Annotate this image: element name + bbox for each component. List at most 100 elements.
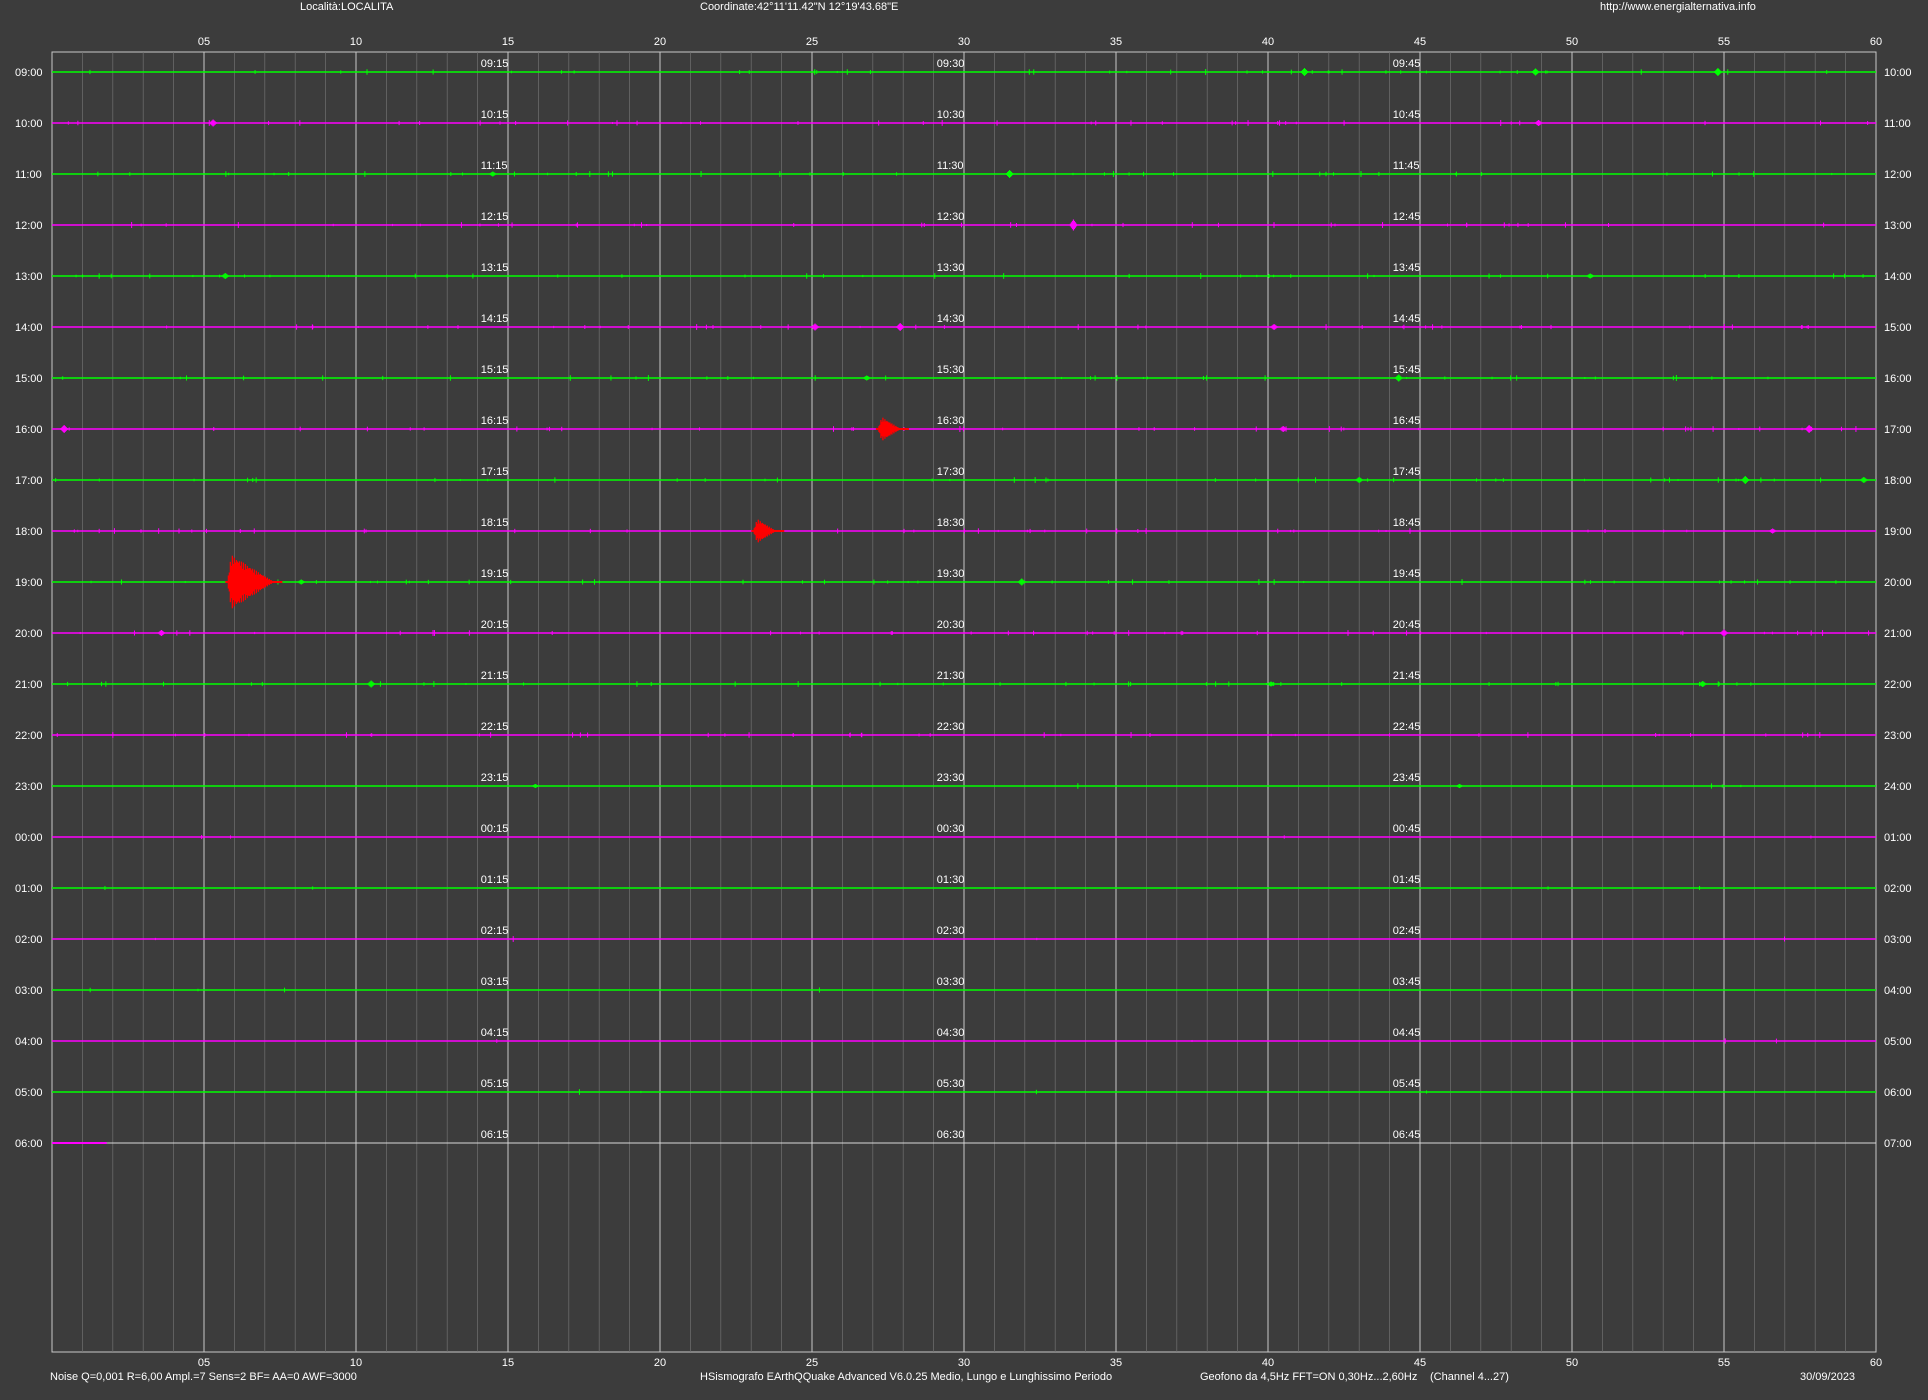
x-tick-label-top: 25 <box>806 36 818 48</box>
x-tick-label-bottom: 10 <box>350 1357 362 1369</box>
quarter-hour-label: 22:45 <box>1393 721 1421 733</box>
trace-start-label: 09:00 <box>15 67 43 79</box>
seismogram-chart: 05 05 10 10 15 15 20 20 25 25 30 30 35 35 40 40 45 45 50 50… <box>15 36 1912 1369</box>
x-tick-label-bottom: 30 <box>958 1357 970 1369</box>
grid <box>82 52 1846 1352</box>
x-tick-label-bottom: 55 <box>1718 1357 1730 1369</box>
quarter-hour-label: 19:45 <box>1393 568 1421 580</box>
trace-end-label: 22:00 <box>1884 679 1912 691</box>
trace-end-label: 04:00 <box>1884 985 1912 997</box>
trace-spike <box>1531 68 1540 76</box>
quarter-hour-label: 23:45 <box>1393 772 1421 784</box>
quarter-hour-label: 20:15 <box>481 619 509 631</box>
x-tick-label-bottom: 45 <box>1414 1357 1426 1369</box>
quarter-hour-label: 14:30 <box>937 313 965 325</box>
trace-end-label: 19:00 <box>1884 526 1912 538</box>
trace-end-label: 18:00 <box>1884 475 1912 487</box>
trace-spike <box>1714 68 1722 76</box>
x-tick-label-bottom: 05 <box>198 1357 210 1369</box>
trace-spike <box>157 630 166 636</box>
trace-spike <box>1699 681 1707 687</box>
trace-end-label: 12:00 <box>1884 169 1912 181</box>
trace-end-label: 16:00 <box>1884 373 1912 385</box>
trace-spike <box>531 784 539 788</box>
quarter-hour-label: 01:15 <box>481 874 509 886</box>
quarter-hour-label: 18:15 <box>481 517 509 529</box>
trace-start-label: 06:00 <box>15 1138 43 1150</box>
x-tick-label-top: 35 <box>1110 36 1122 48</box>
trace-spike <box>1270 324 1278 330</box>
x-tick-label-bottom: 50 <box>1566 1357 1578 1369</box>
quarter-hour-label: 20:30 <box>937 619 965 631</box>
quarter-hour-label: 09:30 <box>937 58 965 70</box>
quarter-hour-label: 01:45 <box>1393 874 1421 886</box>
sensor-label: Geofono da 4,5Hz FFT=ON 0,30Hz...2,60Hz <box>1200 1371 1418 1383</box>
quarter-hour-label: 15:15 <box>481 364 509 376</box>
trace-spike <box>1069 219 1078 231</box>
x-tick-label-bottom: 20 <box>654 1357 666 1369</box>
x-tick-label-bottom: 25 <box>806 1357 818 1369</box>
trace-end-label: 24:00 <box>1884 781 1912 793</box>
x-tick-label-top: 45 <box>1414 36 1426 48</box>
quarter-hour-label: 13:15 <box>481 262 509 274</box>
trace-start-label: 13:00 <box>15 271 43 283</box>
trace-spike <box>863 375 871 381</box>
quarter-hour-label: 21:30 <box>937 670 965 682</box>
trace-spike <box>1720 629 1728 637</box>
quarter-hour-label: 03:15 <box>481 976 509 988</box>
trace-spike <box>221 273 229 279</box>
seismic-event <box>225 555 283 609</box>
x-axis-ticks: 05 05 10 10 15 15 20 20 25 25 30 30 35 35 40 40 45 45 50 50… <box>198 36 1882 1369</box>
quarter-hour-label: 17:45 <box>1393 466 1421 478</box>
trace-spike <box>1279 426 1287 432</box>
quarter-hour-label: 11:30 <box>937 160 964 172</box>
trace-spike <box>811 323 819 331</box>
quarter-hour-label: 02:30 <box>937 925 965 937</box>
quarter-hour-label: 18:30 <box>937 517 965 529</box>
trace-spike <box>1267 681 1275 687</box>
trace-start-label: 20:00 <box>15 628 43 640</box>
quarter-hour-label: 12:15 <box>481 211 509 223</box>
quarter-hour-label: 22:30 <box>937 721 965 733</box>
quarter-hour-label: 00:45 <box>1393 823 1421 835</box>
trace-start-label: 12:00 <box>15 220 43 232</box>
trace-end-label: 01:00 <box>1884 832 1912 844</box>
quarter-hour-label: 22:15 <box>481 721 509 733</box>
trace-spike <box>1805 425 1813 433</box>
x-tick-label-top: 20 <box>654 36 666 48</box>
quarter-hour-label: 18:45 <box>1393 517 1421 529</box>
x-tick-label-bottom: 40 <box>1262 1357 1274 1369</box>
quarter-hour-label: 13:45 <box>1393 262 1421 274</box>
trace-spike <box>1005 170 1014 178</box>
trace-start-label: 22:00 <box>15 730 43 742</box>
trace-start-label: 16:00 <box>15 424 43 436</box>
trace-spike <box>1534 120 1543 126</box>
trace-start-label: 19:00 <box>15 577 43 589</box>
quarter-hour-label: 13:30 <box>937 262 965 274</box>
quarter-hour-label: 05:45 <box>1393 1078 1421 1090</box>
x-tick-label-top: 60 <box>1870 36 1882 48</box>
trace-spike <box>367 680 375 688</box>
trace-start-label: 18:00 <box>15 526 43 538</box>
quarter-hour-label: 05:15 <box>481 1078 509 1090</box>
x-tick-label-top: 30 <box>958 36 970 48</box>
quarter-hour-label: 21:15 <box>481 670 509 682</box>
trace-spike <box>1860 477 1868 483</box>
trace-end-label: 06:00 <box>1884 1087 1912 1099</box>
trace-labels: 09:00 10:00 09:15 09:30 09:45 10:00 11:00 10:15… <box>15 58 1912 1150</box>
quarter-hour-label: 16:30 <box>937 415 965 427</box>
trace-start-label: 00:00 <box>15 832 43 844</box>
trace-spike <box>489 171 497 177</box>
trace-start-label: 02:00 <box>15 934 43 946</box>
quarter-hour-label: 19:30 <box>937 568 965 580</box>
quarter-hour-label: 03:45 <box>1393 976 1421 988</box>
trace-end-label: 14:00 <box>1884 271 1912 283</box>
trace-end-label: 05:00 <box>1884 1036 1912 1048</box>
trace-end-label: 13:00 <box>1884 220 1912 232</box>
trace-start-label: 04:00 <box>15 1036 43 1048</box>
trace-start-label: 05:00 <box>15 1087 43 1099</box>
quarter-hour-label: 10:45 <box>1393 109 1421 121</box>
x-tick-label-top: 50 <box>1566 36 1578 48</box>
trace-start-label: 15:00 <box>15 373 43 385</box>
trace-end-label: 11:00 <box>1884 118 1911 130</box>
